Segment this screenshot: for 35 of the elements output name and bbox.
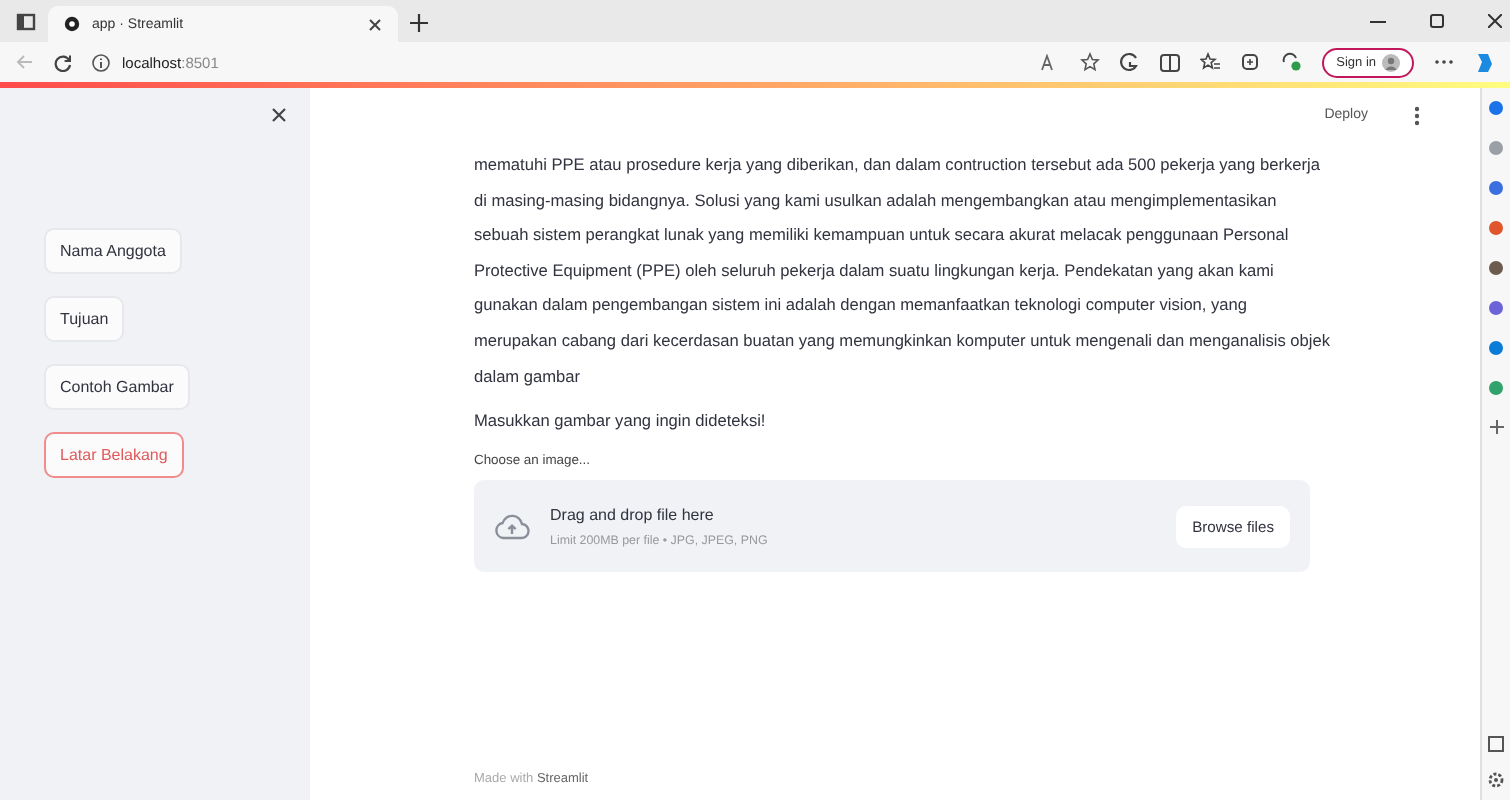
- sidebar-app-icon[interactable]: [1488, 260, 1504, 276]
- close-icon[interactable]: [368, 17, 382, 31]
- maximize-icon[interactable]: [1430, 14, 1444, 28]
- dropzone-title: Drag and drop file here: [550, 505, 716, 524]
- tab-actions-icon[interactable]: [16, 12, 36, 32]
- info-icon[interactable]: [92, 53, 110, 71]
- prompt-text: Masukkan gambar yang ingin dideteksi!: [474, 410, 768, 431]
- reload-icon[interactable]: [54, 53, 72, 71]
- settings-icon[interactable]: [1488, 772, 1504, 788]
- sidebar-app-icon[interactable]: [1488, 220, 1504, 236]
- star-icon[interactable]: [1080, 52, 1101, 72]
- sidebar-app-icon[interactable]: [1488, 340, 1504, 356]
- sidebar-app-icon[interactable]: [1488, 380, 1504, 396]
- close-icon[interactable]: [1488, 14, 1502, 28]
- menu-icon[interactable]: [1414, 106, 1420, 126]
- paragraph: mematuhi PPE atau prosedure kerja yang diberikan, dan dalam contruction tersebut ada 500 pekerja yang berkerja di masing-masing bidangnya. Solusi yang kami usulkan adalah mengembangkan atau mengimplementasikan sebuah sistem perangkat lunak yang memiliki kemampuan untuk secara akurat melacak penggunaan Personal Protective Equipment (PPE) oleh seluruh pekerja dalam suatu lingkungan kerja. Pendekatan yang akan kami gunakan dalam pengembangan sistem ini adalah dengan memanfaatkan teknologi computer vision, yang merupakan cabang dari kecerdasan buatan yang memungkinkan komputer untuk mengenali dan menganalisis objek dalam gambar: [474, 152, 1333, 390]
- favorites-icon[interactable]: [1200, 52, 1221, 72]
- sidebar-app-icon[interactable]: [1488, 300, 1504, 316]
- more-icon[interactable]: [1434, 58, 1454, 66]
- sidebar-button[interactable]: Tujuan: [44, 296, 125, 342]
- collections-icon[interactable]: [1240, 52, 1261, 72]
- sidebar-button[interactable]: Latar Belakang: [44, 432, 184, 478]
- sidebar-button[interactable]: Contoh Gambar: [44, 364, 190, 410]
- sidebar-app-icon[interactable]: [1488, 100, 1504, 116]
- sidebar-toggle-icon[interactable]: [1488, 736, 1504, 752]
- split-screen-icon[interactable]: [1160, 53, 1181, 71]
- close-icon[interactable]: [272, 108, 286, 122]
- new-tab-icon[interactable]: [410, 14, 428, 32]
- sidebar-button[interactable]: Nama Anggota: [44, 228, 182, 274]
- sidebar-app-icon[interactable]: [1488, 180, 1504, 196]
- site-icon: [64, 16, 80, 32]
- cloud-upload-icon: [494, 513, 530, 540]
- extension-icon[interactable]: [1120, 52, 1141, 72]
- add-icon[interactable]: [1489, 420, 1503, 434]
- avatar-icon: [1382, 53, 1400, 71]
